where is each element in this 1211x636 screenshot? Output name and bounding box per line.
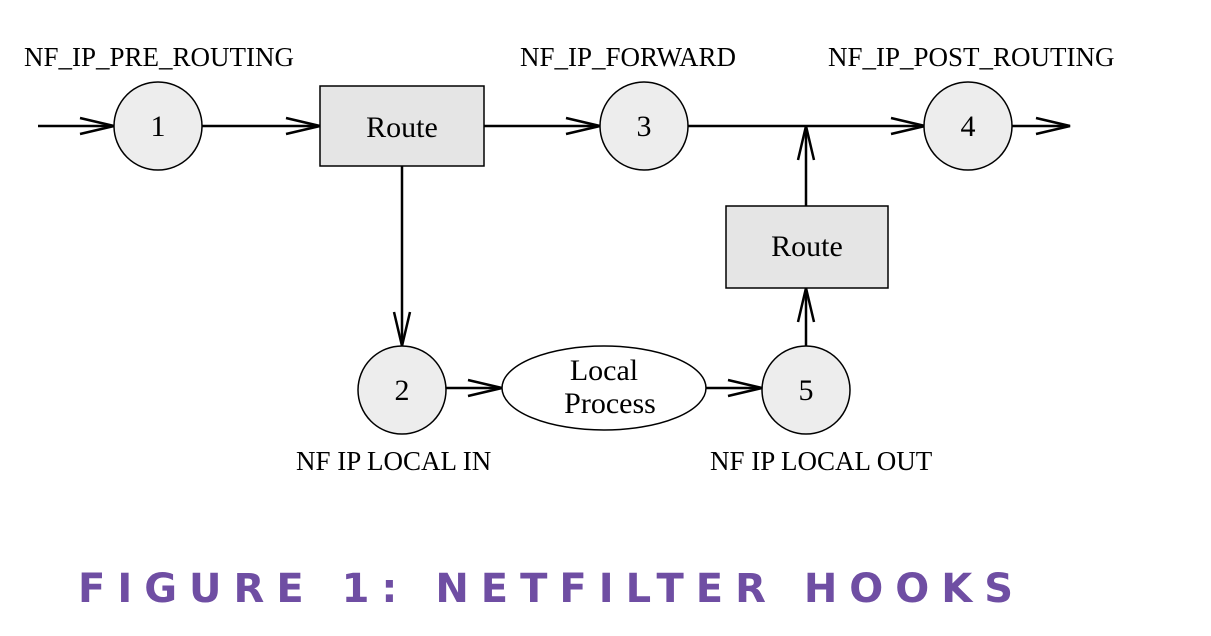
route-right-label: Route	[771, 230, 843, 263]
hook-1-number: 1	[151, 110, 166, 143]
label-local-out: NF IP LOCAL OUT	[710, 446, 933, 476]
netfilter-diagram: NF_IP_PRE_ROUTING NF_IP_FORWARD NF_IP_PO…	[24, 42, 1115, 476]
hook-2-number: 2	[395, 374, 410, 407]
label-pre-routing: NF_IP_PRE_ROUTING	[24, 42, 294, 72]
hook-5-number: 5	[799, 374, 814, 407]
label-post-routing: NF_IP_POST_ROUTING	[828, 42, 1115, 72]
local-process-line1: Local	[570, 354, 638, 387]
hook-3-number: 3	[637, 110, 652, 143]
hook-4-number: 4	[961, 110, 976, 143]
figure-caption: FIGURE 1: NETFILTER HOOKS	[78, 566, 1026, 612]
local-process-line2: Process	[564, 387, 656, 420]
label-local-in: NF IP LOCAL IN	[296, 446, 491, 476]
label-forward: NF_IP_FORWARD	[520, 42, 736, 72]
route-top-label: Route	[366, 111, 438, 144]
